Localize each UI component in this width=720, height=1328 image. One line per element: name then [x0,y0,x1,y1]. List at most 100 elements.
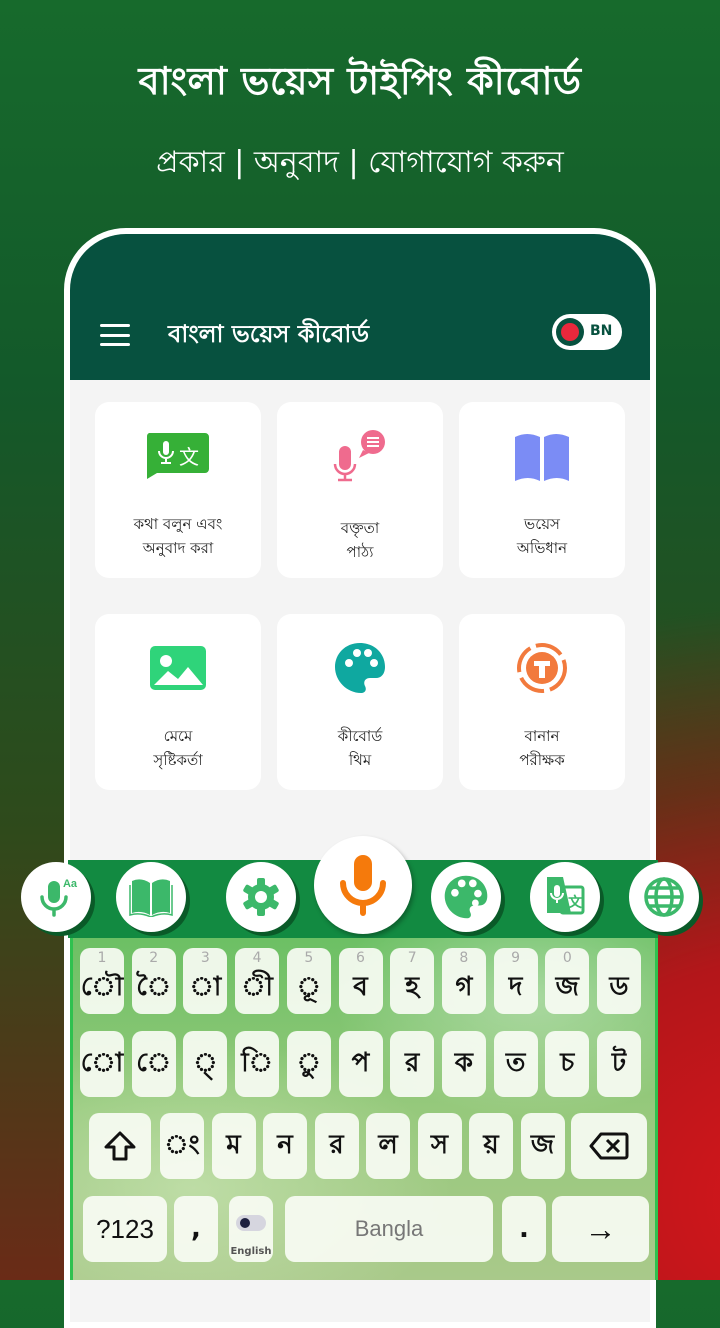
feature-label: কথা বলুন এবং [133,515,223,533]
key-row2-8[interactable]: ক [441,1031,486,1097]
shift-icon [104,1131,136,1161]
key-char: ৈ [136,972,172,1002]
mic-button[interactable] [314,836,412,934]
key-row3-7[interactable]: য় [469,1113,513,1179]
settings-button[interactable] [226,862,296,932]
key-char: ে [136,1048,172,1078]
key-11[interactable]: ড [597,948,641,1014]
svg-text:文: 文 [179,445,199,469]
language-switch-key[interactable]: English [229,1196,273,1262]
feature-card-voice-dictionary[interactable]: ভয়েস অভিধান [459,402,625,578]
key-char: ড [609,972,629,1002]
feature-card-keyboard-theme[interactable]: কীবোর্ড থিম [277,614,443,790]
key-8[interactable]: 8গ [441,948,486,1014]
key-row3-1[interactable]: ং [160,1113,204,1179]
key-char: প [351,1048,370,1078]
globe-button[interactable] [629,862,699,932]
key-6[interactable]: 6ব [338,948,383,1014]
key-row3-3[interactable]: ন [263,1113,307,1179]
globe-icon [644,877,684,917]
key-char: গ [455,972,473,1002]
symbols-key[interactable]: ?123 [83,1196,167,1262]
key-char: ত [505,1048,526,1078]
feature-label: পাঠ্য [346,543,374,561]
mic-icon [340,855,386,916]
key-char: ট [611,1048,627,1078]
key-row3-4[interactable]: র [314,1113,359,1179]
key-char: ল [378,1130,398,1160]
key-number-hint: 4 [252,950,262,966]
voice-translate-button[interactable]: 文 [530,862,600,932]
key-2[interactable]: 2ৈ [131,948,176,1014]
key-char: ম [226,1130,241,1160]
svg-text:文: 文 [568,894,583,911]
speak-translate-icon: 文 [143,428,213,484]
key-char: ৌ [80,972,124,1002]
svg-text:Aa: Aa [63,878,78,890]
feature-card-speech-text[interactable]: বক্তৃতা পাঠ্য [277,402,443,578]
key-1[interactable]: 1ৌ [80,948,124,1014]
voice-dictionary-icon [507,428,577,484]
dictionary-button[interactable] [116,862,186,932]
bangladesh-flag-icon [556,318,584,346]
key-row2-6[interactable]: প [338,1031,383,1097]
key-10[interactable]: 0জ [545,948,590,1014]
feature-card-speak-translate[interactable]: 文 কথা বলুন এবং অনুবাদ করা [95,402,261,578]
key-4[interactable]: 4ী [235,948,280,1014]
key-row2-4[interactable]: ি [235,1031,280,1097]
feature-label: অনুবাদ করা [142,539,214,557]
feature-label: থিম [348,751,372,769]
key-char: জ [530,1130,555,1160]
shift-key[interactable] [89,1113,151,1179]
key-3[interactable]: 3া [183,948,228,1014]
language-toggle[interactable]: BN [552,314,622,350]
key-row3-6[interactable]: স [417,1113,462,1179]
key-char: য় [483,1130,499,1160]
feature-label: অভিধান [516,539,568,557]
hamburger-menu-icon[interactable] [100,324,130,346]
feature-label: ভয়েস [524,515,560,533]
key-char: ং [164,1130,200,1160]
feature-card-spell-checker[interactable]: বানান পরীক্ষক [459,614,625,790]
key-5[interactable]: 5ূ [286,948,331,1014]
key-number-hint: 2 [149,950,159,966]
theme-button[interactable] [431,862,501,932]
key-label: . [519,1214,529,1244]
key-char: ক [454,1048,473,1078]
period-key[interactable]: . [502,1196,546,1262]
comma-key[interactable]: , [174,1196,218,1262]
key-row2-11[interactable]: ট [597,1031,641,1097]
feature-label: সৃষ্টিকর্তা [153,751,203,769]
key-row2-1[interactable]: ো [80,1031,124,1097]
voice-typing-icon: Aa [40,878,78,917]
key-row2-9[interactable]: ত [493,1031,538,1097]
feature-label: পরীক্ষক [519,751,565,769]
enter-key[interactable]: → [552,1196,649,1262]
space-bar[interactable]: Bangla [285,1196,493,1262]
backspace-icon [589,1132,629,1160]
key-char: ু [296,1048,321,1078]
key-row3-8[interactable]: জ [520,1113,565,1179]
key-row2-3[interactable]: ্ [183,1031,228,1097]
language-switch-label: English [230,1246,272,1257]
key-row2-2[interactable]: ে [131,1031,176,1097]
key-number-hint: 8 [459,950,469,966]
theme-palette-icon [444,875,488,919]
key-char: ব [353,972,368,1002]
language-toggle-icon [236,1215,266,1231]
voice-typing-button[interactable]: Aa [21,862,91,932]
backspace-key[interactable] [571,1113,647,1179]
feature-card-meme-creator[interactable]: মেমে সৃষ্টিকর্তা [95,614,261,790]
app-bar: বাংলা ভয়েস কীবোর্ড BN [70,234,650,380]
key-row2-10[interactable]: চ [545,1031,590,1097]
key-number-hint: 7 [407,950,417,966]
language-label: BN [590,323,613,339]
key-row3-5[interactable]: ল [366,1113,410,1179]
key-9[interactable]: 9দ [493,948,538,1014]
key-row2-7[interactable]: র [390,1031,435,1097]
key-7[interactable]: 7হ [390,948,435,1014]
keyboard: 1ৌ 2ৈ 3া 4ী 5ূ 6 ব 7 হ 8 গ 9 দ 0 জ ডোে্িু প র ক ত চ টং ম ন র ল স য়… [70,938,658,1280]
key-row2-5[interactable]: ু [286,1031,331,1097]
hero-subtitle: প্রকার | অনুবাদ | যোগাযোগ করুন [156,145,564,180]
key-row3-2[interactable]: ম [211,1113,256,1179]
